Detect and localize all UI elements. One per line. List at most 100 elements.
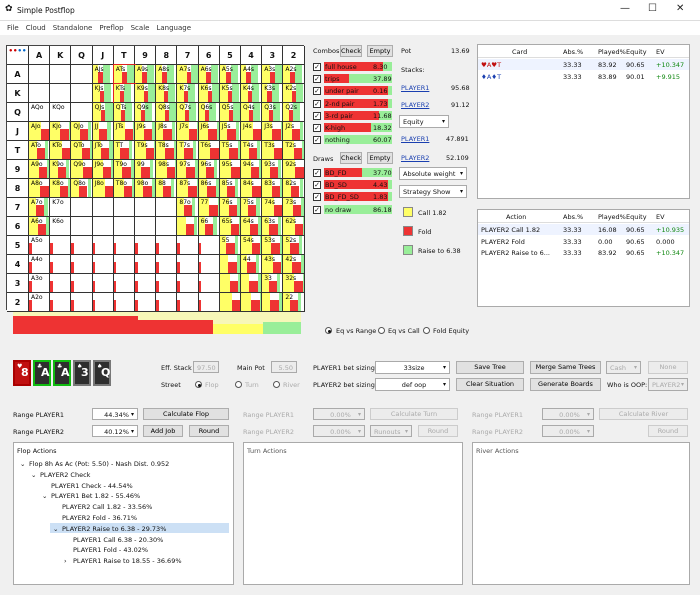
hand-cell[interactable]: Q7s	[177, 103, 199, 122]
hand-cell[interactable]	[71, 198, 93, 217]
hand-cell[interactable]: T5s	[219, 141, 241, 160]
hand-cell[interactable]: T9s	[135, 141, 157, 160]
hand-cell[interactable]	[156, 293, 178, 312]
hand-cell[interactable]: 62s	[283, 217, 305, 236]
hand-cell[interactable]: J8o	[92, 179, 114, 198]
hand-cell[interactable]	[71, 103, 93, 122]
tree-node[interactable]: PLAYER1 Call 6.38 - 20.30%	[73, 536, 163, 544]
hand-cell[interactable]: Q5s	[219, 103, 241, 122]
calculate-flop-button[interactable]: Calculate Flop	[143, 408, 229, 420]
hand-cell[interactable]	[241, 274, 263, 293]
p1-bet-sizing-select[interactable]: 33size ▾	[375, 361, 450, 374]
table-header[interactable]: Equity	[626, 213, 647, 221]
hand-cell[interactable]: K3s	[262, 84, 284, 103]
minimize-icon[interactable]: —	[620, 3, 630, 14]
hand-cell[interactable]: 88	[156, 179, 178, 198]
hand-cell[interactable]: 98o	[135, 179, 157, 198]
menu-scale[interactable]: Scale	[131, 21, 150, 35]
hand-cell[interactable]	[92, 198, 114, 217]
weight-select[interactable]: Absolute weight ▾	[399, 167, 467, 180]
hand-cell[interactable]: 54s	[241, 236, 263, 255]
expand-arrow-icon[interactable]: ⌄	[53, 525, 58, 533]
tree-node[interactable]: PLAYER2 Call 1.82 - 33.56%	[62, 503, 152, 511]
hand-cell[interactable]: TT	[113, 141, 135, 160]
generate-boards-button[interactable]: Generate Boards	[530, 378, 601, 391]
tree-node[interactable]: PLAYER1 Check - 44.54%	[51, 482, 133, 490]
hand-cell[interactable]: AJs	[92, 65, 114, 84]
hand-cell[interactable]	[71, 236, 93, 255]
hand-cell[interactable]	[135, 217, 157, 236]
hand-cell[interactable]: K8s	[156, 84, 178, 103]
hand-cell[interactable]: Q8s	[156, 103, 178, 122]
hand-cell[interactable]	[50, 65, 72, 84]
hand-cell[interactable]	[113, 236, 135, 255]
hand-cell[interactable]	[241, 293, 263, 312]
hand-cell[interactable]: Q4s	[241, 103, 263, 122]
expand-arrow-icon[interactable]: ›	[64, 557, 67, 565]
hand-cell[interactable]	[92, 293, 114, 312]
action-table[interactable]: Action Abs.% Played% Equity EV PLAYER2 Call 1…	[477, 209, 690, 307]
hand-cell[interactable]: J7s	[177, 122, 199, 141]
hand-cell[interactable]: K6o	[50, 217, 72, 236]
draws-checkbox[interactable]: ✓	[313, 193, 321, 202]
hand-cell[interactable]: T9o	[113, 160, 135, 179]
hand-cell[interactable]	[177, 236, 199, 255]
turn-range-p1-input[interactable]: 0.00% ▾	[313, 408, 365, 420]
draws-checkbox[interactable]: ✓	[313, 205, 321, 214]
hand-cell[interactable]: A2s	[283, 65, 305, 84]
hand-cell[interactable]: JTs	[113, 122, 135, 141]
hand-cell[interactable]: A9o	[29, 160, 51, 179]
board-card[interactable]: ♠ 3	[73, 360, 91, 386]
hand-cell[interactable]: 85s	[219, 179, 241, 198]
hand-cell[interactable]: Q6s	[198, 103, 220, 122]
hand-cell[interactable]: K7s	[177, 84, 199, 103]
eff-stack-input[interactable]: 97.50	[193, 361, 219, 373]
hand-cell[interactable]	[156, 236, 178, 255]
menu-language[interactable]: Language	[156, 21, 191, 35]
hand-cell[interactable]: J8s	[156, 122, 178, 141]
hand-cell[interactable]	[92, 236, 114, 255]
expand-arrow-icon[interactable]: ⌄	[42, 492, 47, 500]
tree-node[interactable]: PLAYER1 Raise to 18.55 - 36.69%	[73, 557, 182, 565]
hand-cell[interactable]: 74s	[262, 198, 284, 217]
none-button[interactable]: None	[648, 361, 688, 374]
flop-range-p2-input[interactable]: 40.12% ▾	[92, 425, 138, 437]
hand-cell[interactable]: 97s	[177, 160, 199, 179]
hand-cell[interactable]: Q9o	[71, 160, 93, 179]
hand-cell[interactable]: A5o	[29, 236, 51, 255]
close-icon[interactable]: ✕	[676, 3, 684, 14]
hand-cell[interactable]: 99	[135, 160, 157, 179]
hand-cell[interactable]	[71, 293, 93, 312]
hand-cell[interactable]	[29, 84, 51, 103]
card-table[interactable]: Card Abs.% Played% Equity EV ♥A♥T 33.33 83.92 90…	[477, 44, 690, 199]
hand-cell[interactable]	[113, 255, 135, 274]
hand-cell[interactable]	[50, 84, 72, 103]
combos-checkbox[interactable]: ✓	[313, 99, 321, 108]
hand-cell[interactable]	[71, 65, 93, 84]
hand-cell[interactable]: 52s	[283, 236, 305, 255]
round-button[interactable]: Round	[189, 425, 229, 437]
street-flop-radio[interactable]	[195, 381, 202, 388]
hand-cell[interactable]	[92, 255, 114, 274]
river-range-p1-input[interactable]: 0.00% ▾	[542, 408, 594, 420]
hand-cell[interactable]: ATs	[112, 64, 136, 85]
hand-cell[interactable]: A7s	[177, 65, 199, 84]
hand-cell[interactable]: 98s	[156, 160, 178, 179]
hand-cell[interactable]	[156, 217, 178, 236]
p2-bet-sizing-select[interactable]: def oop ▾	[375, 378, 450, 391]
hand-cell[interactable]: 73s	[283, 198, 305, 217]
street-river-radio[interactable]	[273, 381, 280, 388]
combos-check-button[interactable]: Check	[340, 45, 362, 57]
hand-cell[interactable]: J4s	[241, 122, 263, 141]
turn-actions-panel[interactable]: Turn Actions	[243, 442, 463, 585]
add-job-button[interactable]: Add Job	[143, 425, 183, 437]
menu-file[interactable]: File	[7, 21, 19, 35]
hand-cell[interactable]: 95s	[219, 160, 241, 179]
hand-cell[interactable]: 94s	[241, 160, 263, 179]
board-card[interactable]: ♣ A	[33, 360, 51, 386]
hand-cell[interactable]	[71, 84, 93, 103]
hand-cell[interactable]	[219, 274, 241, 293]
hand-cell[interactable]: 33	[262, 274, 284, 293]
hand-cell[interactable]: QJs	[92, 103, 114, 122]
hand-cell[interactable]: JTo	[92, 141, 114, 160]
